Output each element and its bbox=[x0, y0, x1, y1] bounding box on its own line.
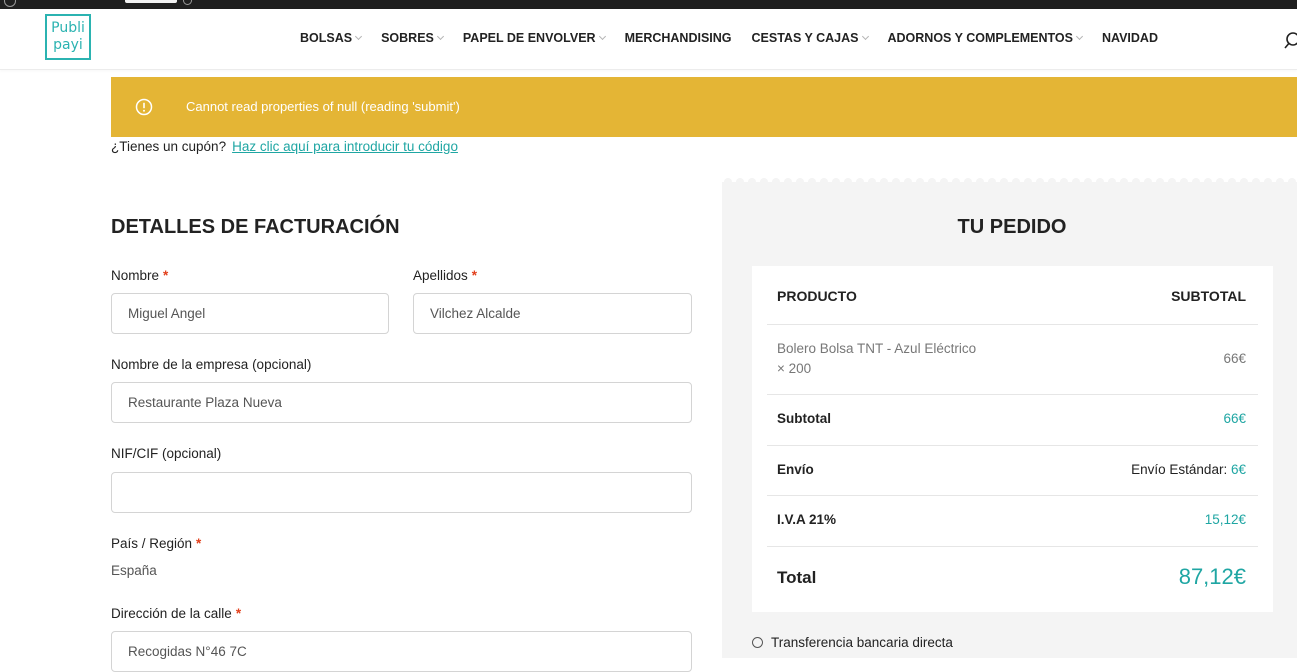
circle-icon bbox=[4, 0, 16, 7]
total-label: Total bbox=[777, 568, 817, 587]
total-row: Total 87,12€ bbox=[767, 546, 1258, 612]
nav-item-adornos-y-complementos[interactable]: ADORNOS Y COMPLEMENTOS bbox=[888, 31, 1083, 45]
radio-button[interactable] bbox=[752, 637, 763, 648]
tax-value: 15,12€ bbox=[1204, 512, 1246, 527]
subtotal-label: Subtotal bbox=[777, 411, 831, 426]
nif-label: NIF/CIF (opcional) bbox=[111, 446, 222, 461]
logo-line-2: payi bbox=[53, 37, 83, 53]
scallop-edge bbox=[722, 174, 1297, 184]
product-column-header: PRODUCTO bbox=[777, 288, 857, 304]
coupon-link[interactable]: Haz clic aquí para introducir tu código bbox=[232, 139, 458, 154]
main-navigation: BOLSAS SOBRES PAPEL DE ENVOLVER MERCHAND… bbox=[300, 31, 1178, 45]
info-circle-icon bbox=[135, 98, 153, 116]
subtotal-row: Subtotal 66€ bbox=[767, 394, 1258, 446]
first-name-label: Nombre * bbox=[111, 268, 169, 283]
coupon-notice: ¿Tienes un cupón? Haz clic aquí para intr… bbox=[111, 139, 458, 154]
chevron-down-icon bbox=[355, 32, 363, 41]
street-label: Dirección de la calle * bbox=[111, 606, 242, 621]
chevron-down-icon bbox=[1075, 32, 1083, 41]
error-alert: Cannot read properties of null (reading … bbox=[111, 77, 1297, 137]
search-icon[interactable] bbox=[1284, 31, 1297, 51]
alert-message: Cannot read properties of null (reading … bbox=[186, 99, 460, 114]
subtotal-column-header: SUBTOTAL bbox=[1171, 288, 1246, 304]
shipping-value: Envío Estándar: 6€ bbox=[1131, 462, 1246, 477]
nif-field[interactable] bbox=[111, 472, 692, 513]
shipping-cost: 6€ bbox=[1230, 462, 1246, 477]
nav-item-cestas-y-cajas[interactable]: CESTAS Y CAJAS bbox=[752, 31, 869, 45]
first-name-field[interactable] bbox=[111, 293, 389, 334]
company-label: Nombre de la empresa (opcional) bbox=[111, 357, 312, 372]
last-name-label: Apellidos * bbox=[413, 268, 478, 283]
order-title: TU PEDIDO bbox=[957, 216, 1067, 238]
logo-line-1: Publi bbox=[51, 20, 85, 36]
chevron-down-icon bbox=[861, 32, 869, 41]
nav-item-merchandising[interactable]: MERCHANDISING bbox=[625, 31, 732, 45]
country-label: País / Región * bbox=[111, 536, 202, 551]
payment-option-bank-transfer[interactable]: Transferencia bancaria directa bbox=[752, 635, 953, 650]
nav-item-navidad[interactable]: NAVIDAD bbox=[1102, 31, 1158, 45]
tax-row: I.V.A 21% 15,12€ bbox=[767, 495, 1258, 547]
shipping-row: Envío Envío Estándar: 6€ bbox=[767, 445, 1258, 496]
nav-item-papel-de-envolver[interactable]: PAPEL DE ENVOLVER bbox=[463, 31, 606, 45]
order-item-row: Bolero Bolsa TNT - Azul Eléctrico × 200 … bbox=[767, 324, 1258, 395]
item-quantity: × 200 bbox=[777, 361, 812, 376]
browser-top-strip bbox=[0, 0, 1297, 9]
coupon-text: ¿Tienes un cupón? bbox=[111, 139, 227, 154]
tax-label: I.V.A 21% bbox=[777, 512, 837, 527]
shipping-label: Envío bbox=[777, 462, 814, 477]
item-price: 66€ bbox=[1223, 351, 1246, 366]
chevron-down-icon bbox=[598, 32, 606, 41]
order-header-row: PRODUCTO SUBTOTAL bbox=[767, 266, 1258, 325]
circle-icon bbox=[183, 0, 192, 5]
publipayi-logo[interactable]: Publi payi bbox=[45, 14, 91, 60]
nav-item-sobres[interactable]: SOBRES bbox=[381, 31, 444, 45]
nav-item-bolsas[interactable]: BOLSAS bbox=[300, 31, 363, 45]
site-header: Publi payi BOLSAS SOBRES PAPEL DE ENVOLV… bbox=[0, 9, 1297, 70]
last-name-field[interactable] bbox=[413, 293, 692, 334]
chevron-down-icon bbox=[436, 32, 444, 41]
top-strip-tab bbox=[125, 0, 177, 3]
subtotal-value: 66€ bbox=[1223, 411, 1246, 426]
street-field[interactable] bbox=[111, 631, 692, 672]
shipping-method: Envío Estándar: bbox=[1131, 462, 1228, 477]
company-field[interactable] bbox=[111, 382, 692, 423]
item-name: Bolero Bolsa TNT - Azul Eléctrico bbox=[777, 341, 977, 356]
total-value: 87,12€ bbox=[1178, 564, 1246, 589]
payment-option-label: Transferencia bancaria directa bbox=[771, 635, 953, 650]
country-value[interactable]: España bbox=[111, 563, 157, 578]
billing-title: DETALLES DE FACTURACIÓN bbox=[111, 216, 400, 238]
